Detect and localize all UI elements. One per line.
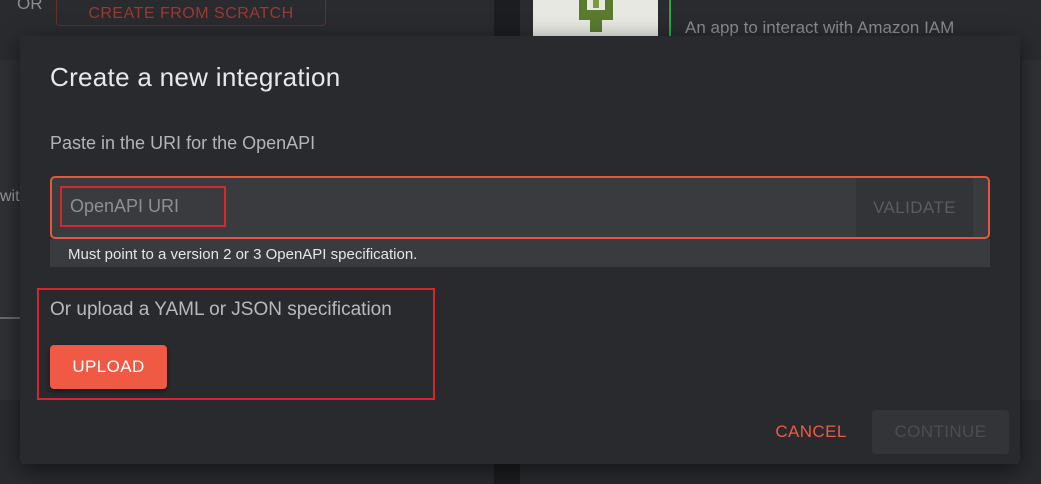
openapi-uri-field: VALIDATE — [50, 176, 990, 239]
app-description: An app to interact with Amazon IAM — [685, 18, 955, 37]
dialog-title: Create a new integration — [50, 62, 341, 92]
upload-section: Or upload a YAML or JSON specification U… — [37, 288, 435, 400]
app-thumbnail[interactable] — [533, 0, 658, 40]
create-integration-dialog: Create a new integration Paste in the UR… — [20, 36, 1020, 464]
continue-button[interactable]: CONTINUE — [872, 410, 1009, 454]
cancel-button[interactable]: CANCEL — [766, 410, 856, 454]
background-left-strip — [0, 60, 20, 400]
background-divider — [0, 317, 20, 319]
uri-helper-text: Must point to a version 2 or 3 OpenAPI s… — [50, 239, 990, 267]
uri-field-label: Paste in the URI for the OpenAPI — [50, 133, 316, 153]
openapi-uri-input[interactable] — [60, 186, 850, 226]
app-status-indicator — [669, 0, 671, 40]
upload-section-label: Or upload a YAML or JSON specification — [50, 299, 392, 320]
create-from-scratch-button[interactable]: CREATE FROM SCRATCH — [56, 0, 326, 26]
wrench-icon — [579, 0, 613, 32]
upload-button[interactable]: UPLOAD — [50, 345, 167, 389]
validate-button[interactable]: VALIDATE — [856, 178, 973, 237]
background-right-strip — [1021, 60, 1041, 400]
or-separator-label: OR — [17, 0, 43, 13]
